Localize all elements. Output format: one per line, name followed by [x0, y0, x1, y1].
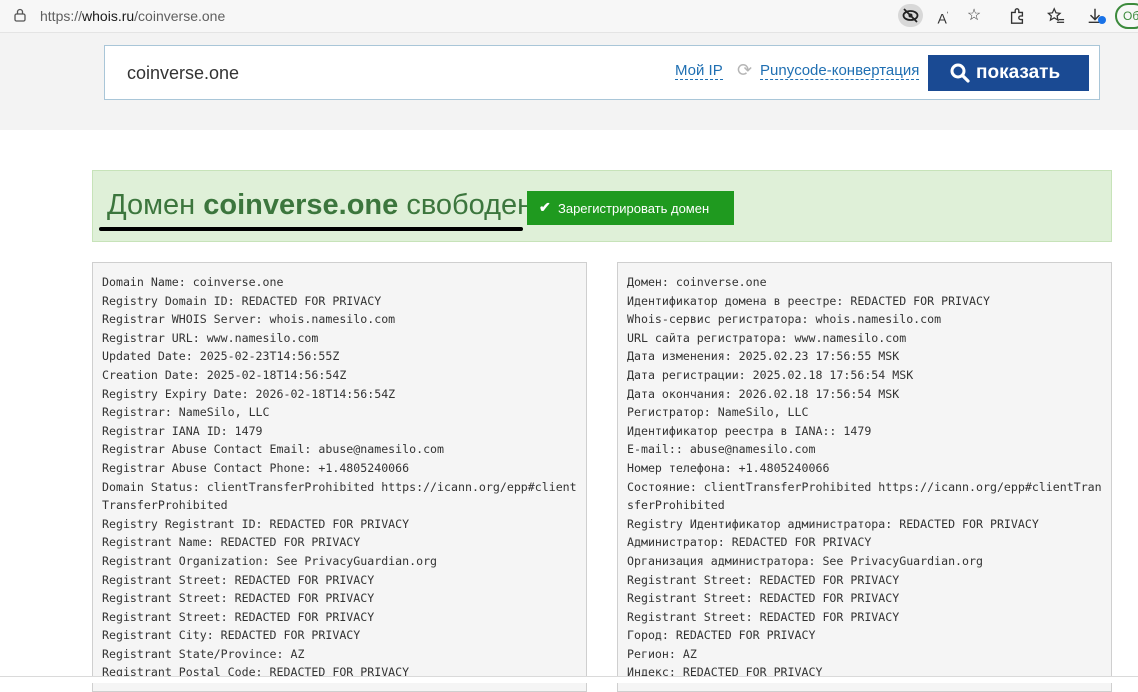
whois-line: Номер телефона: +1.4805240066: [627, 460, 830, 475]
favorites-icon[interactable]: [1045, 6, 1067, 26]
whois-line: Registrant Street: REDACTED FOR PRIVACY: [627, 591, 900, 606]
whois-line: Registry Domain ID: REDACTED FOR PRIVACY: [102, 293, 382, 308]
whois-line: Registry Идентификатор администратора: R…: [627, 516, 1039, 531]
star-icon[interactable]: ☆: [963, 6, 985, 26]
register-button-label: Зарегистрировать домен: [558, 201, 710, 216]
whois-line: Registry Expiry Date: 2026-02-18T14:56:5…: [102, 386, 396, 401]
address-bar[interactable]: https://whois.ru/coinverse.one: [40, 8, 225, 24]
search-input[interactable]: coinverse.one: [127, 63, 239, 84]
underline-mark: [99, 227, 523, 231]
whois-line: Registrar Abuse Contact Email: abuse@nam…: [102, 442, 445, 457]
whois-line: Организация администратора: See PrivacyG…: [627, 553, 983, 568]
whois-line: Регион: AZ: [627, 646, 697, 661]
whois-line: Whois-сервис регистратора: whois.namesil…: [627, 312, 942, 327]
whois-line: Registrant State/Province: AZ: [102, 646, 305, 661]
search-icon: [950, 63, 970, 83]
whois-line: Registrant Name: REDACTED FOR PRIVACY: [102, 535, 361, 550]
whois-line: Регистратор: NameSilo, LLC: [627, 405, 809, 420]
whois-line: Администратор: REDACTED FOR PRIVACY: [627, 535, 872, 550]
refresh-icon: ⟳: [737, 60, 753, 80]
whois-translated-panel: Домен: coinverse.one Идентификатор домена…: [617, 262, 1112, 692]
page-bottom-edge: [0, 676, 1138, 683]
whois-line: Creation Date: 2025-02-18T14:56:54Z: [102, 367, 347, 382]
whois-line: Дата окончания: 2026.02.18 17:56:54 MSK: [627, 386, 900, 401]
whois-raw-panel: Domain Name: coinverse.one Registry Domai…: [92, 262, 587, 692]
whois-line: Идентификатор реестра в IANA:: 1479: [627, 423, 872, 438]
lock-icon[interactable]: [14, 8, 26, 22]
whois-line: Идентификатор домена в реестре: REDACTED…: [627, 293, 990, 308]
whois-line: Дата изменения: 2025.02.23 17:56:55 MSK: [627, 349, 900, 364]
whois-line: Состояние: clientTransferProhibited http…: [627, 479, 1102, 513]
whois-line: Registrar IANA ID: 1479: [102, 423, 263, 438]
whois-line: Registry Registrant ID: REDACTED FOR PRI…: [102, 516, 410, 531]
whois-line: Registrar: NameSilo, LLC: [102, 405, 270, 420]
read-aloud-icon[interactable]: Aʼ: [932, 6, 954, 27]
search-form: coinverse.one Мой IP ⟳ Punycode-конверта…: [104, 45, 1100, 100]
whois-line: Registrar Abuse Contact Phone: +1.480524…: [102, 460, 410, 475]
title-prefix: Домен: [107, 189, 204, 221]
eye-off-icon: [902, 8, 919, 23]
whois-line: Registrant Street: REDACTED FOR PRIVACY: [102, 591, 375, 606]
whois-line: Registrant Street: REDACTED FOR PRIVACY: [627, 572, 900, 587]
url-path: /coinverse.one: [134, 8, 226, 24]
register-domain-button[interactable]: ✔ Зарегистрировать домен: [527, 191, 734, 225]
whois-line: Дата регистрации: 2025.02.18 17:56:54 MS…: [627, 367, 914, 382]
whois-line: Domain Name: coinverse.one: [102, 275, 284, 289]
title-suffix: свободен: [398, 189, 534, 221]
availability-banner: Домен coinverse.one свободен ✔ Зарегистр…: [92, 170, 1112, 242]
whois-line: Registrant Street: REDACTED FOR PRIVACY: [102, 572, 375, 587]
browser-toolbar: https://whois.ru/coinverse.one Aʼ ☆ Об: [0, 0, 1138, 33]
puzzle-icon[interactable]: [1006, 6, 1028, 26]
my-ip-link[interactable]: Мой IP: [675, 62, 723, 80]
profile-button[interactable]: Об: [1115, 3, 1138, 29]
whois-line: Registrant Street: REDACTED FOR PRIVACY: [627, 609, 900, 624]
download-badge: [1098, 16, 1106, 24]
show-button[interactable]: показать: [928, 55, 1089, 91]
domain-name: coinverse.one: [203, 189, 399, 221]
url-scheme: https://: [40, 8, 83, 24]
whois-line: Registrant Organization: See PrivacyGuar…: [102, 553, 438, 568]
whois-line: Registrar URL: www.namesilo.com: [102, 330, 319, 345]
whois-line: Registrar WHOIS Server: whois.namesilo.c…: [102, 312, 396, 327]
availability-title: Домен coinverse.one свободен: [107, 189, 533, 222]
whois-line: Updated Date: 2025-02-23T14:56:55Z: [102, 349, 340, 364]
punycode-link[interactable]: Punycode-конвертация: [760, 62, 920, 80]
show-button-label: показать: [976, 62, 1061, 83]
url-host: whois.ru: [82, 8, 135, 24]
whois-line: Город: REDACTED FOR PRIVACY: [627, 628, 816, 643]
whois-line: Registrant Street: REDACTED FOR PRIVACY: [102, 609, 375, 624]
whois-line: Домен: coinverse.one: [627, 275, 767, 289]
whois-line: Domain Status: clientTransferProhibited …: [102, 479, 577, 513]
tracking-toggle[interactable]: [898, 4, 923, 27]
whois-line: Registrant City: REDACTED FOR PRIVACY: [102, 628, 361, 643]
check-icon: ✔: [539, 199, 551, 215]
whois-line: E-mail:: abuse@namesilo.com: [627, 442, 816, 457]
whois-line: URL сайта регистратора: www.namesilo.com: [627, 330, 907, 345]
